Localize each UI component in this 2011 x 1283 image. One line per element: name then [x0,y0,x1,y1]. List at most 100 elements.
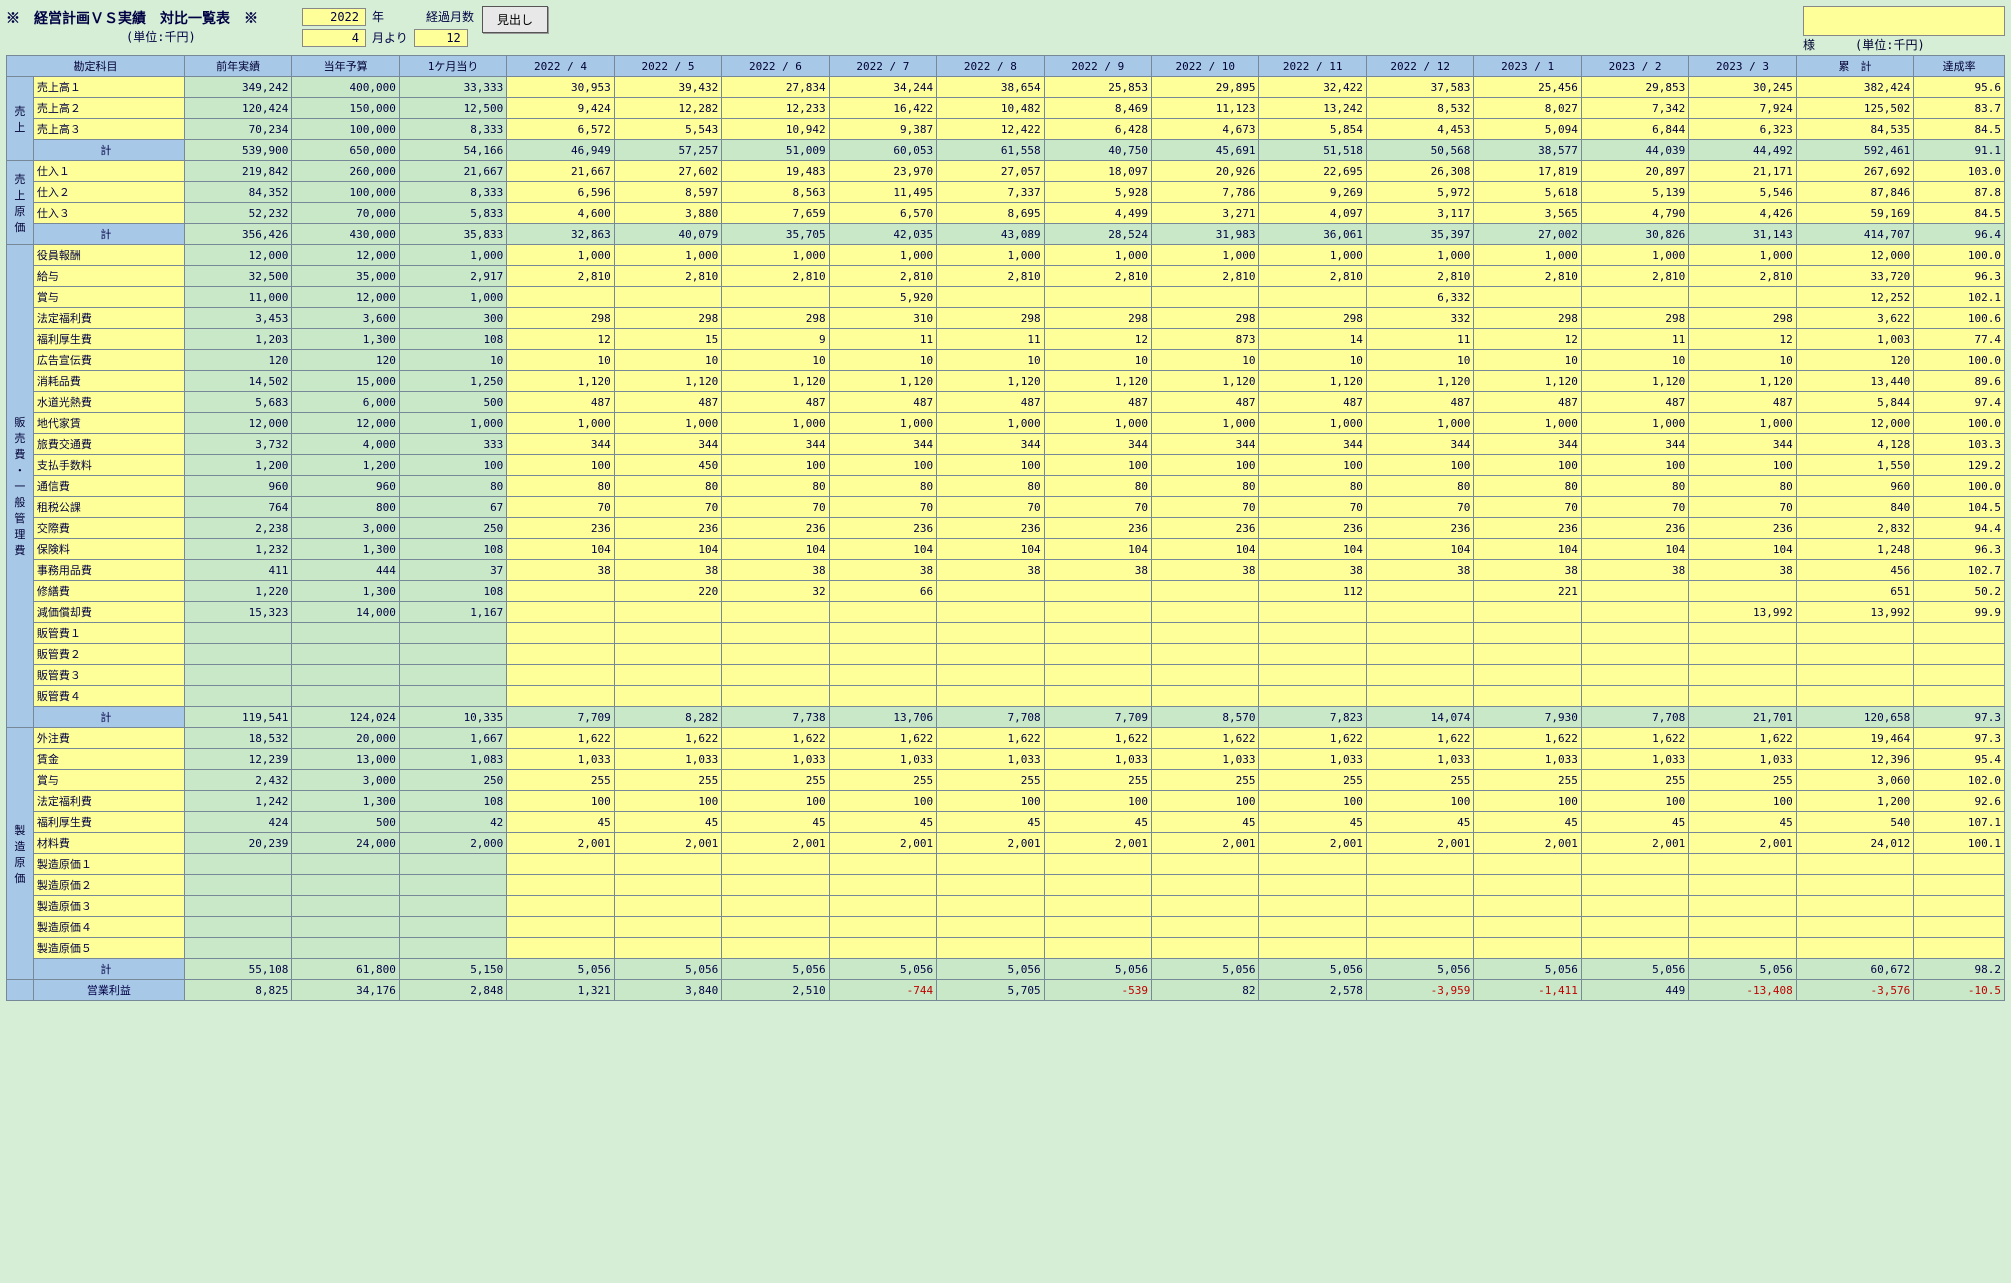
cell [1152,581,1259,602]
cell: 7,823 [1259,707,1366,728]
cell [1152,917,1259,938]
cell: 10,335 [399,707,506,728]
cell: 1,000 [937,413,1044,434]
cell: 2,917 [399,266,506,287]
cell: 100 [1689,455,1796,476]
col-header: 勘定科目 [7,56,185,77]
midashi-button[interactable]: 見出し [482,6,548,33]
cell: 51,009 [722,140,829,161]
table-row: 支払手数料1,2001,2001001004501001001001001001… [7,455,2005,476]
cell: 267,692 [1796,161,1914,182]
cell: 3,880 [614,203,721,224]
cell: 356,426 [184,224,291,245]
row-label: 福利厚生費 [33,812,184,833]
cell [507,854,614,875]
cell [1796,644,1914,665]
cell: 487 [1366,392,1473,413]
cell [1259,896,1366,917]
table-row: 販売費・一般管理費役員報酬12,00012,0001,0001,0001,000… [7,245,2005,266]
cell: 250 [399,518,506,539]
cell [507,686,614,707]
cell: 1,000 [1581,245,1688,266]
cell: 13,992 [1689,602,1796,623]
row-label: 計 [33,959,184,980]
cell: 5,056 [722,959,829,980]
table-row: 営業利益8,82534,1762,8481,3213,8402,510-7445… [7,980,2005,1001]
cell: 1,120 [507,371,614,392]
cell: 31,983 [1152,224,1259,245]
cell [184,938,291,959]
cell [1689,938,1796,959]
cell [1259,623,1366,644]
year-input[interactable]: 2022 [302,8,366,26]
table-row: 仕入３52,23270,0005,8334,6003,8807,6596,570… [7,203,2005,224]
cell: 100 [507,455,614,476]
cell: 100 [1152,791,1259,812]
cell [1044,938,1151,959]
cell [507,602,614,623]
cell: 80 [1366,476,1473,497]
cell: 30,245 [1689,77,1796,98]
row-label: 法定福利費 [33,308,184,329]
cell: 32,500 [184,266,291,287]
cell: 15 [614,329,721,350]
cell: 2,810 [1152,266,1259,287]
table-row: 広告宣伝費12012010101010101010101010101010120… [7,350,2005,371]
month-input[interactable]: 4 [302,29,366,47]
cell [399,896,506,917]
cell: 1,000 [722,413,829,434]
row-label: 製造原価５ [33,938,184,959]
cell: 10 [829,350,936,371]
elapsed-input[interactable]: 12 [414,29,468,47]
cell: 411 [184,560,291,581]
row-label: 法定福利費 [33,791,184,812]
cell: 1,232 [184,539,291,560]
cell: 46,949 [507,140,614,161]
cell: 100 [937,791,1044,812]
cell: 77.4 [1914,329,2005,350]
cell: 1,622 [507,728,614,749]
cell: 67 [399,497,506,518]
cell: 103.3 [1914,434,2005,455]
cell [1474,854,1581,875]
col-header: 2022 / 4 [507,56,614,77]
cell: 96.4 [1914,224,2005,245]
cell [184,623,291,644]
cell: 255 [1152,770,1259,791]
row-label: 役員報酬 [33,245,184,266]
cell: 2,001 [829,833,936,854]
cell: 344 [1152,434,1259,455]
cell: 5,150 [399,959,506,980]
cell: 104 [507,539,614,560]
table-row: 減価償却費15,32314,0001,16713,99213,99299.9 [7,602,2005,623]
cell: 487 [1581,392,1688,413]
cell: 487 [722,392,829,413]
cell [1689,665,1796,686]
cell: 7,786 [1152,182,1259,203]
table-row: 売上売上高１349,242400,00033,33330,95339,43227… [7,77,2005,98]
name-input[interactable] [1803,6,2005,36]
cell: 125,502 [1796,98,1914,119]
cell [1796,917,1914,938]
row-label: 製造原価１ [33,854,184,875]
cell: 255 [1474,770,1581,791]
cell [1152,665,1259,686]
cell: 2,001 [1689,833,1796,854]
cell: 104 [1152,539,1259,560]
cell: 298 [507,308,614,329]
cell: 6,323 [1689,119,1796,140]
cell: 8,333 [399,119,506,140]
cell: 2,001 [1259,833,1366,854]
cell [1689,581,1796,602]
cell: 11 [1366,329,1473,350]
cell: 592,461 [1796,140,1914,161]
comparison-table: 勘定科目前年実績当年予算1ケ月当り2022 / 42022 / 52022 / … [6,55,2005,1001]
cell: 13,242 [1259,98,1366,119]
cell: 4,673 [1152,119,1259,140]
cell: 2,510 [722,980,829,1001]
cell: 1,622 [1152,728,1259,749]
cell [399,875,506,896]
cell: 2,432 [184,770,291,791]
cell: 120 [184,350,291,371]
cell: 25,853 [1044,77,1151,98]
